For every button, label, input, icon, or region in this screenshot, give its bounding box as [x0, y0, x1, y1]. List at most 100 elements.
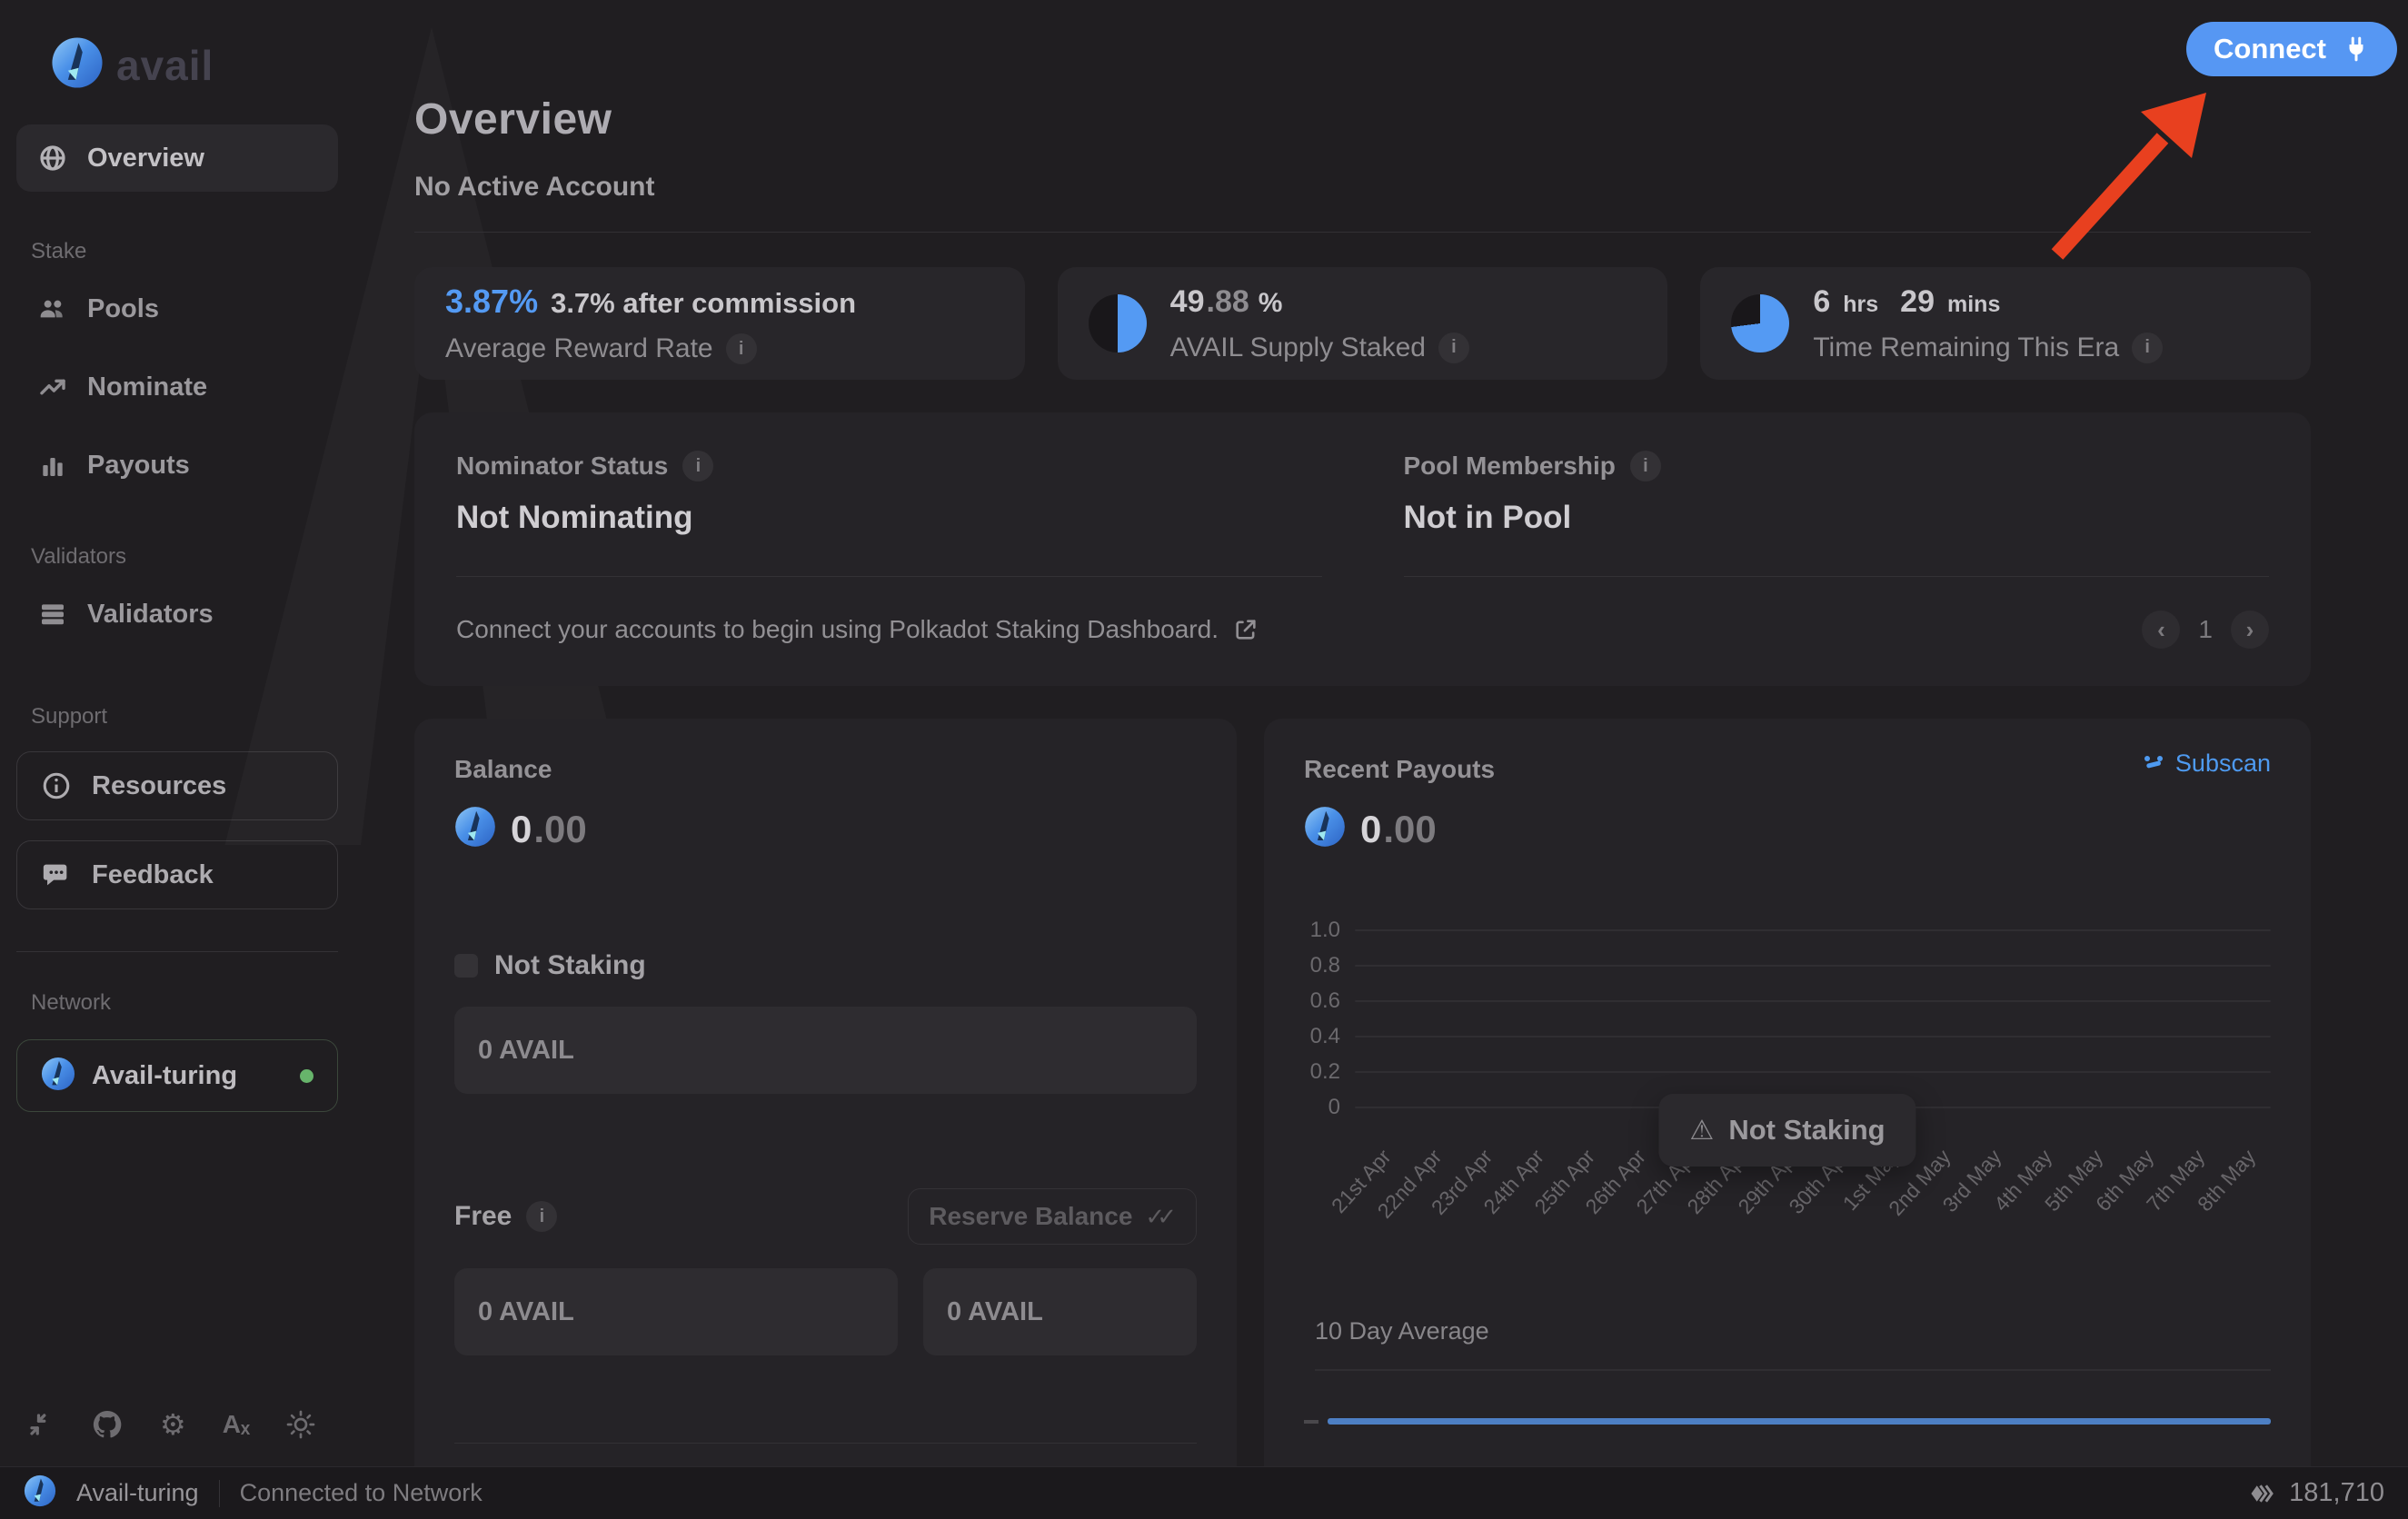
avail-network-icon	[41, 1057, 75, 1096]
active-account-status: No Active Account	[414, 172, 2311, 203]
pagination-prev-button[interactable]: ‹	[2142, 611, 2180, 649]
staked-amount-box: 0 AVAIL	[454, 1007, 1197, 1094]
supply-staked-int: 49	[1170, 284, 1205, 320]
footer-connection-status: Connected to Network	[240, 1479, 483, 1507]
github-icon[interactable]	[91, 1408, 124, 1441]
y-axis-tick: 1.0	[1304, 918, 1355, 943]
y-axis-tick: 0.2	[1304, 1059, 1355, 1085]
chat-bubble-icon	[41, 859, 72, 890]
era-minutes: 29	[1900, 284, 1935, 320]
supply-staked-frac: .88	[1207, 284, 1249, 320]
avg-axis-tick	[1304, 1420, 1318, 1424]
network-selector[interactable]: Avail-turing	[16, 1039, 338, 1112]
info-circle-icon	[41, 770, 72, 801]
info-icon[interactable]: i	[1630, 451, 1661, 482]
payouts-chart: 1.0 0.8 0.6 0.4 0.2 0 ⚠ Not Staking	[1304, 912, 2271, 1125]
subscan-icon	[2143, 753, 2164, 775]
era-hours: 6	[1813, 284, 1830, 320]
app-logo: avail	[0, 36, 354, 94]
sidebar-item-nominate[interactable]: Nominate	[0, 353, 354, 421]
info-icon[interactable]: i	[526, 1201, 557, 1232]
not-staking-overlay: ⚠ Not Staking	[1658, 1094, 1915, 1167]
resources-button[interactable]: Resources	[16, 751, 338, 820]
theme-sun-icon[interactable]	[286, 1410, 315, 1439]
sidebar: avail Overview Stake Pools Nominate	[0, 0, 354, 1466]
stat-card-era-time: 6 hrs 29 mins Time Remaining This Era i	[1700, 267, 2311, 380]
free-amount-box: 0 AVAIL	[454, 1268, 898, 1355]
supply-staked-unit: %	[1259, 288, 1283, 319]
info-icon[interactable]: i	[1438, 333, 1469, 363]
sidebar-divider	[16, 951, 338, 952]
y-axis-tick: 0.4	[1304, 1024, 1355, 1049]
section-network: Network	[0, 990, 354, 1016]
avail-token-icon	[1304, 806, 1346, 852]
feedback-label: Feedback	[92, 860, 214, 890]
status-panel: Nominator Status i Not Nominating Connec…	[414, 412, 2311, 686]
ten-day-average-line	[1328, 1418, 2271, 1425]
main-content: Overview No Active Account 3.87% 3.7% af…	[354, 0, 2408, 1466]
connect-accounts-hint: Connect your accounts to begin using Pol…	[456, 615, 1219, 644]
balance-amount-frac: .00	[533, 808, 586, 851]
resources-label: Resources	[92, 771, 226, 801]
era-time-label: Time Remaining This Era	[1813, 333, 2119, 363]
external-link-icon[interactable]	[1233, 617, 1259, 642]
balance-title: Balance	[454, 755, 1197, 784]
double-check-icon: ✓✓	[1145, 1203, 1176, 1231]
reserve-amount-box: 0 AVAIL	[923, 1268, 1197, 1355]
trending-up-icon	[38, 372, 67, 402]
not-staking-swatch	[454, 954, 478, 978]
era-minutes-unit: mins	[1947, 292, 2000, 318]
section-support: Support	[0, 704, 354, 730]
ten-day-average-label: 10 Day Average	[1315, 1317, 2271, 1345]
era-time-pie-icon	[1731, 294, 1789, 352]
info-icon[interactable]: i	[682, 451, 713, 482]
avg-line-chart	[1304, 1418, 2271, 1425]
sidebar-item-payouts[interactable]: Payouts	[0, 432, 354, 499]
language-icon[interactable]: Aₓ	[223, 1410, 250, 1439]
pool-membership-title: Pool Membership	[1404, 452, 1616, 481]
pool-membership-value: Not in Pool	[1404, 500, 2270, 536]
sidebar-item-label: Overview	[87, 144, 204, 174]
feedback-button[interactable]: Feedback	[16, 840, 338, 909]
avail-token-icon	[454, 806, 496, 852]
reserve-balance-button[interactable]: Reserve Balance ✓✓	[908, 1188, 1197, 1245]
supply-staked-label: AVAIL Supply Staked	[1170, 333, 1426, 363]
reward-rate-label: Average Reward Rate	[445, 333, 713, 364]
stats-row: 3.87% 3.7% after commission Average Rewa…	[414, 267, 2311, 380]
cards-row: Balance 0 .00 Not Staking 0 AVAIL	[414, 719, 2311, 1473]
sidebar-item-pools[interactable]: Pools	[0, 275, 354, 343]
section-validators: Validators	[0, 544, 354, 570]
recent-payouts-title: Recent Payouts	[1304, 755, 1495, 784]
pagination-next-button[interactable]: ›	[2231, 611, 2269, 649]
sidebar-item-label: Nominate	[87, 372, 207, 402]
sidebar-item-validators[interactable]: Validators	[0, 581, 354, 648]
info-icon[interactable]: i	[2132, 333, 2163, 363]
network-name: Avail-turing	[92, 1061, 284, 1091]
connect-button[interactable]: Connect	[2186, 22, 2397, 76]
users-icon	[38, 294, 67, 323]
sidebar-footer-icons: ⚙ Aₓ	[27, 1408, 315, 1441]
sidebar-item-overview[interactable]: Overview	[16, 124, 338, 192]
stat-card-reward-rate: 3.87% 3.7% after commission Average Rewa…	[414, 267, 1025, 380]
sidebar-item-label: Pools	[87, 294, 159, 324]
recent-payouts-card: Recent Payouts Subscan	[1264, 719, 2311, 1519]
footer-network-name: Avail-turing	[76, 1479, 199, 1507]
reserve-balance-label: Reserve Balance	[929, 1202, 1132, 1231]
collapse-icon[interactable]	[27, 1411, 55, 1438]
reward-rate-value: 3.87%	[445, 283, 538, 321]
info-icon[interactable]: i	[726, 333, 757, 364]
subscan-link-label: Subscan	[2175, 750, 2271, 778]
sidebar-item-label: Payouts	[87, 451, 190, 481]
sidebar-item-label: Validators	[87, 600, 214, 630]
section-stake: Stake	[0, 239, 354, 264]
settings-gear-icon[interactable]: ⚙	[160, 1410, 186, 1439]
block-icon	[2249, 1480, 2276, 1507]
not-staking-legend: Not Staking	[494, 950, 646, 981]
not-staking-overlay-label: Not Staking	[1728, 1114, 1885, 1147]
bar-chart-icon	[38, 451, 67, 480]
nominator-status-section: Nominator Status i Not Nominating Connec…	[456, 451, 1322, 655]
avail-logo-icon	[51, 36, 104, 94]
plug-icon	[2343, 35, 2370, 63]
subscan-link[interactable]: Subscan	[2143, 750, 2271, 778]
block-number: 181,710	[2289, 1478, 2384, 1508]
